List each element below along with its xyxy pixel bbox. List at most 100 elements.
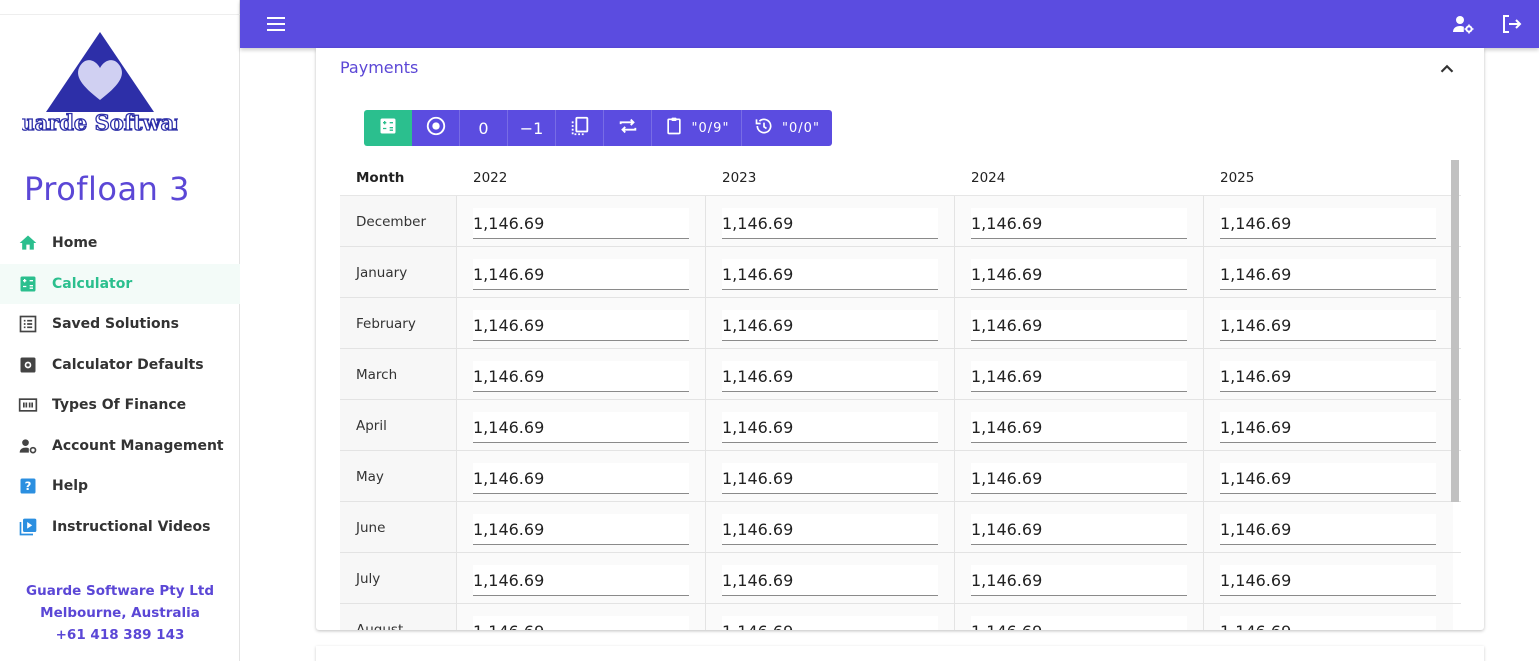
payment-input[interactable]: 1,146.69 bbox=[971, 310, 1187, 341]
table-scrollbar[interactable] bbox=[1451, 160, 1459, 502]
payment-cell: 1,146.69 bbox=[706, 553, 955, 603]
payment-input[interactable]: 1,146.69 bbox=[722, 259, 938, 290]
spreadsheet-button[interactable] bbox=[364, 110, 412, 146]
payment-input[interactable]: 1,146.69 bbox=[971, 565, 1187, 596]
payment-input[interactable]: 1,146.69 bbox=[722, 310, 938, 341]
payment-cell: 1,146.69 bbox=[1204, 349, 1453, 399]
copy-icon bbox=[569, 115, 591, 141]
minus-one-label: −1 bbox=[519, 118, 544, 138]
sidebar-item-calculator-defaults[interactable]: Calculator Defaults bbox=[0, 345, 240, 386]
table-row: July 1,146.69 1,146.69 1,146.69 1,146.69 bbox=[340, 553, 1461, 604]
column-header-year: 2022 bbox=[473, 169, 508, 186]
top-app-bar bbox=[240, 0, 1539, 48]
history-count: "0/0" bbox=[782, 120, 820, 136]
payment-cell: 1,146.69 bbox=[1204, 298, 1453, 348]
company-info: Guarde Software Pty Ltd Melbourne, Austr… bbox=[0, 580, 240, 646]
clipboard-button[interactable]: "0/9" bbox=[652, 110, 742, 146]
table-body: December 1,146.69 1,146.69 1,146.69 1,146.69… bbox=[340, 196, 1461, 630]
payment-input[interactable]: 1,146.69 bbox=[971, 514, 1187, 545]
sidebar-item-home[interactable]: Home bbox=[0, 223, 240, 264]
history-button[interactable]: "0/0" bbox=[742, 110, 832, 146]
panel-title[interactable]: Payments bbox=[340, 58, 418, 77]
payment-cell: 1,146.69 bbox=[706, 400, 955, 450]
sidebar-item-label: Help bbox=[52, 478, 89, 495]
sidebar-nav: Home Calculator Saved Solutions Calculat… bbox=[0, 223, 240, 547]
payment-input[interactable]: 1,146.69 bbox=[722, 361, 938, 392]
payment-cell: 1,146.69 bbox=[706, 604, 955, 630]
payment-input[interactable]: 1,146.69 bbox=[473, 565, 689, 596]
sidebar-item-account-management[interactable]: Account Management bbox=[0, 426, 240, 467]
payment-input[interactable]: 1,146.69 bbox=[1220, 412, 1436, 443]
column-header-month: Month bbox=[356, 169, 405, 186]
payment-input[interactable]: 1,146.69 bbox=[473, 310, 689, 341]
target-button[interactable] bbox=[412, 110, 460, 146]
table-row: June 1,146.69 1,146.69 1,146.69 1,146.69 bbox=[340, 502, 1461, 553]
payment-input[interactable]: 1,146.69 bbox=[473, 208, 689, 239]
month-cell: July bbox=[340, 553, 457, 603]
next-panel bbox=[316, 646, 1484, 661]
chevron-up-icon[interactable] bbox=[1436, 58, 1458, 80]
payment-input[interactable]: 1,146.69 bbox=[1220, 259, 1436, 290]
menu-icon[interactable] bbox=[264, 12, 288, 36]
month-cell: February bbox=[340, 298, 457, 348]
home-icon bbox=[18, 233, 38, 253]
payment-input[interactable]: 1,146.69 bbox=[722, 208, 938, 239]
payment-input[interactable]: 1,146.69 bbox=[971, 463, 1187, 494]
payment-input[interactable]: 1,146.69 bbox=[1220, 565, 1436, 596]
payment-input[interactable]: 1,146.69 bbox=[971, 208, 1187, 239]
payment-input[interactable]: 1,146.69 bbox=[1220, 208, 1436, 239]
month-cell: May bbox=[340, 451, 457, 501]
payment-input[interactable]: 1,146.69 bbox=[473, 259, 689, 290]
sidebar-item-calculator[interactable]: Calculator bbox=[0, 263, 240, 304]
payment-input[interactable]: 1,146.69 bbox=[971, 412, 1187, 443]
payment-cell: 1,146.69 bbox=[1204, 400, 1453, 450]
payment-input[interactable]: 1,146.69 bbox=[1220, 361, 1436, 392]
payment-input[interactable]: 1,146.69 bbox=[1220, 463, 1436, 494]
payment-input[interactable]: 1,146.69 bbox=[473, 616, 689, 630]
zero-button[interactable]: 0 bbox=[460, 110, 508, 146]
minus-one-button[interactable]: −1 bbox=[508, 110, 556, 146]
payment-input[interactable]: 1,146.69 bbox=[473, 412, 689, 443]
payment-input[interactable]: 1,146.69 bbox=[722, 463, 938, 494]
payment-input[interactable]: 1,146.69 bbox=[1220, 514, 1436, 545]
account-settings-icon[interactable] bbox=[1451, 12, 1475, 36]
payment-input[interactable]: 1,146.69 bbox=[722, 412, 938, 443]
sidebar-item-saved-solutions[interactable]: Saved Solutions bbox=[0, 304, 240, 345]
payment-cell: 1,146.69 bbox=[457, 400, 706, 450]
repeat-button[interactable] bbox=[604, 110, 652, 146]
payment-input[interactable]: 1,146.69 bbox=[971, 616, 1187, 630]
payment-cell: 1,146.69 bbox=[1204, 247, 1453, 297]
month-cell: December bbox=[340, 196, 457, 246]
payment-cell: 1,146.69 bbox=[706, 502, 955, 552]
payment-input[interactable]: 1,146.69 bbox=[1220, 616, 1436, 630]
video-icon bbox=[18, 517, 38, 537]
payment-cell: 1,146.69 bbox=[457, 502, 706, 552]
company-phone: +61 418 389 143 bbox=[55, 627, 185, 643]
payment-input[interactable]: 1,146.69 bbox=[473, 514, 689, 545]
table-row: May 1,146.69 1,146.69 1,146.69 1,146.69 bbox=[340, 451, 1461, 502]
payment-input[interactable]: 1,146.69 bbox=[473, 361, 689, 392]
payment-input[interactable]: 1,146.69 bbox=[722, 514, 938, 545]
payment-input[interactable]: 1,146.69 bbox=[722, 616, 938, 630]
payments-panel: Payments 0 −1 "0/9" "0/0" Month 2022 202… bbox=[316, 48, 1484, 630]
payment-input[interactable]: 1,146.69 bbox=[1220, 310, 1436, 341]
payment-cell: 1,146.69 bbox=[1204, 502, 1453, 552]
payment-input[interactable]: 1,146.69 bbox=[722, 565, 938, 596]
payment-cell: 1,146.69 bbox=[457, 349, 706, 399]
payment-input[interactable]: 1,146.69 bbox=[971, 259, 1187, 290]
logout-icon[interactable] bbox=[1499, 12, 1523, 36]
table-header: Month 2022 2023 2024 2025 bbox=[340, 160, 1461, 196]
sidebar-item-label: Instructional Videos bbox=[52, 518, 211, 535]
copy-button[interactable] bbox=[556, 110, 604, 146]
month-cell: March bbox=[340, 349, 457, 399]
sidebar-item-label: Types Of Finance bbox=[52, 397, 187, 414]
payment-input[interactable]: 1,146.69 bbox=[473, 463, 689, 494]
payment-cell: 1,146.69 bbox=[457, 451, 706, 501]
payment-cell: 1,146.69 bbox=[706, 349, 955, 399]
sidebar-item-types-of-finance[interactable]: Types Of Finance bbox=[0, 385, 240, 426]
payment-input[interactable]: 1,146.69 bbox=[971, 361, 1187, 392]
payment-cell: 1,146.69 bbox=[706, 451, 955, 501]
sidebar-item-instructional-videos[interactable]: Instructional Videos bbox=[0, 507, 240, 548]
sidebar-item-help[interactable]: ? Help bbox=[0, 466, 240, 507]
payment-cell: 1,146.69 bbox=[1204, 604, 1453, 630]
